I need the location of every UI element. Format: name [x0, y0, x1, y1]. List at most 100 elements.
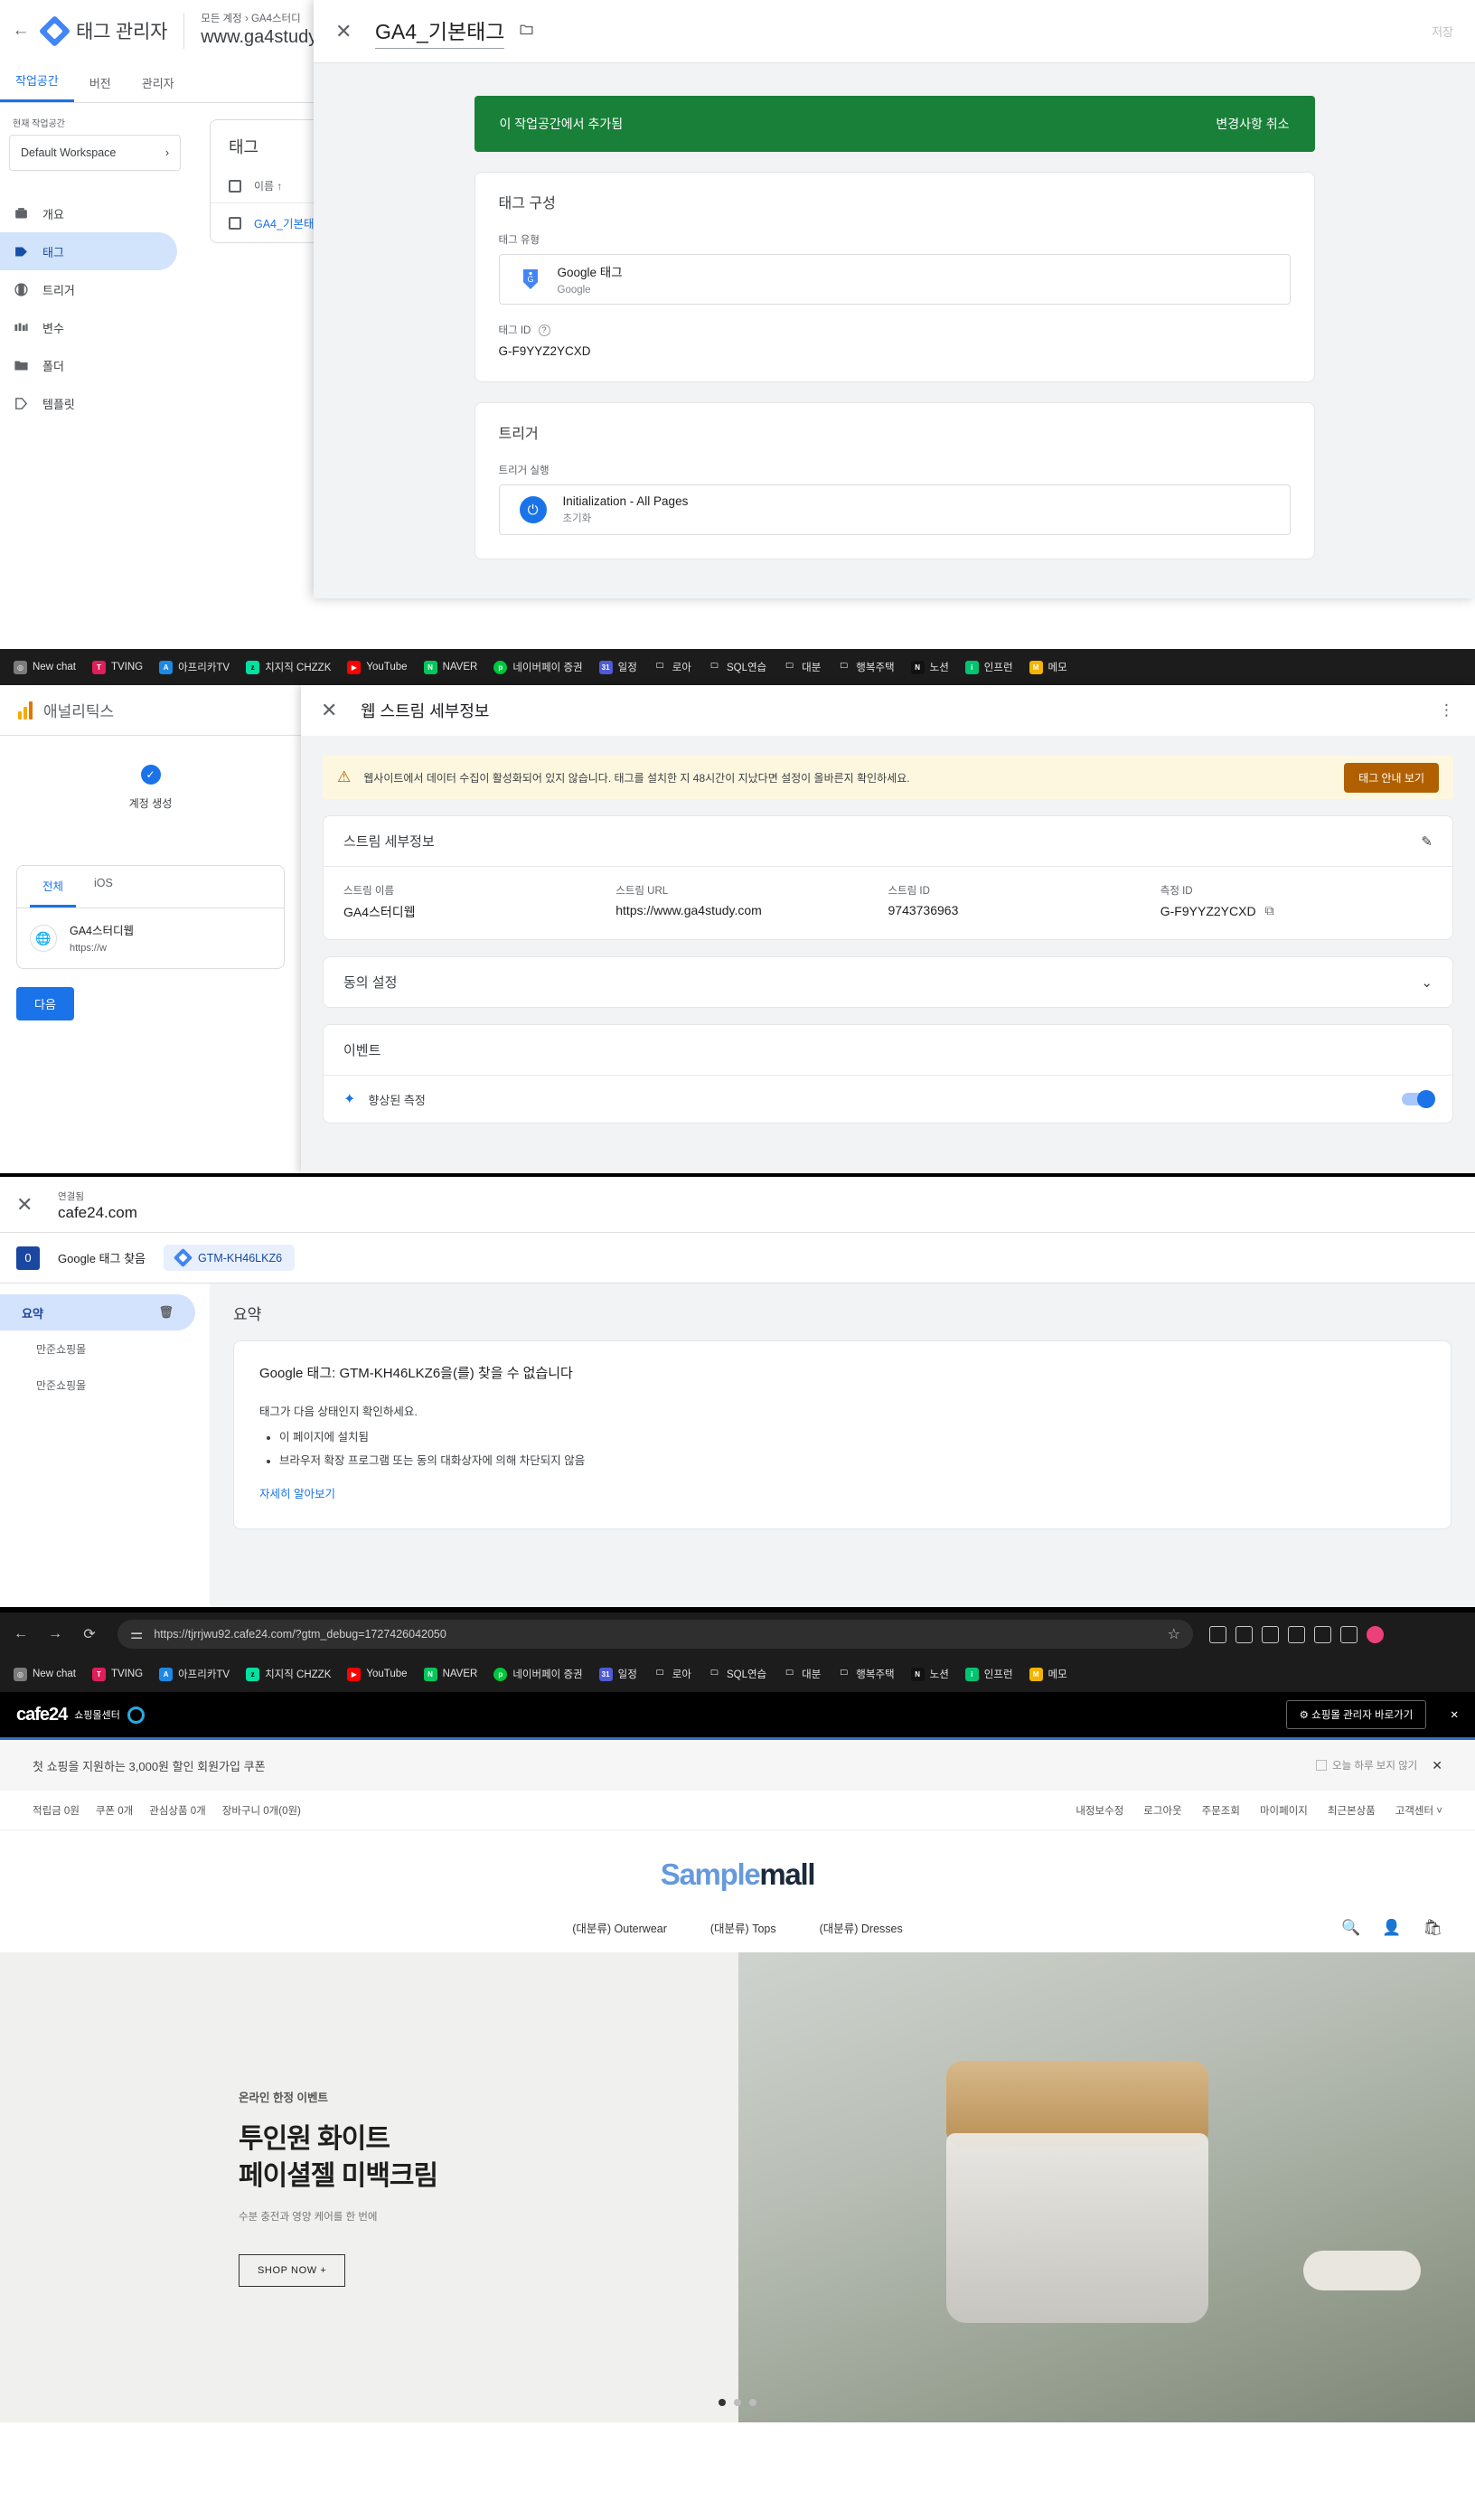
dismiss-today-checkbox[interactable]: 오늘 하루 보지 않기 [1316, 1758, 1417, 1772]
tag-name-input[interactable]: GA4_기본태그 [375, 14, 505, 49]
bookmark-item[interactable]: 🗀 대분 [775, 1663, 829, 1685]
bookmark-item[interactable]: ◎ New chat [5, 657, 84, 678]
cast-icon[interactable] [1262, 1625, 1279, 1643]
close-icon[interactable]: ✕ [1450, 1708, 1459, 1721]
bookmark-item[interactable]: 31 일정 [591, 656, 645, 678]
back-icon[interactable]: ← [5, 21, 36, 41]
ga4-logo[interactable]: 애널리틱스 [18, 699, 114, 721]
bookmark-item[interactable]: N NAVER [416, 657, 486, 678]
admin-shortcut-button[interactable]: ⚙ 쇼핑몰 관리자 바로가기 [1285, 1700, 1427, 1729]
bookmark-item[interactable]: z 치지직 CHZZK [238, 656, 339, 678]
container-chip[interactable]: GTM-KH46LKZ6 [163, 1245, 296, 1271]
bookmark-item[interactable]: p 네이버페이 증권 [485, 1663, 590, 1685]
avatar-icon[interactable] [1367, 1625, 1384, 1643]
row-checkbox[interactable] [229, 216, 241, 230]
learn-more-link[interactable]: 자세히 알아보기 [259, 1484, 1425, 1501]
tune-icon[interactable]: ⚌ [130, 1625, 143, 1643]
help-icon[interactable]: ? [538, 324, 550, 336]
address-bar[interactable]: ⚌ https://tjrrjwu92.cafe24.com/?gtm_debu… [117, 1620, 1193, 1649]
tab-workspace[interactable]: 작업공간 [0, 71, 74, 102]
bookmark-item[interactable]: i 인프런 [957, 1663, 1021, 1685]
gtm-logo[interactable]: 태그 관리자 [38, 14, 167, 47]
shop-now-button[interactable]: SHOP NOW + [239, 2254, 346, 2287]
coupons-label[interactable]: 쿠폰 0개 [96, 1803, 133, 1818]
share-icon[interactable] [1209, 1625, 1226, 1643]
puzzle-icon[interactable] [1314, 1625, 1331, 1643]
reload-icon[interactable]: ⟳ [78, 1625, 101, 1643]
nav-item-dresses[interactable]: (대분류) Dresses [820, 1919, 903, 1936]
bookmark-item[interactable]: 🗀 대분 [775, 656, 829, 678]
logout-link[interactable]: 로그아웃 [1143, 1803, 1181, 1818]
bookmark-item[interactable]: i 인프런 [957, 656, 1021, 678]
tab-admin[interactable]: 관리자 [127, 74, 190, 102]
cart-label[interactable]: 장바구니 0개(0원) [222, 1803, 301, 1818]
more-vert-icon[interactable]: ⋮ [1439, 701, 1455, 719]
close-icon[interactable]: ✕ [321, 699, 348, 722]
tab-versions[interactable]: 버전 [74, 74, 127, 102]
split-icon[interactable] [1235, 1625, 1253, 1643]
sidebar-item-variables[interactable]: 변수 [0, 308, 177, 346]
carousel-dot[interactable] [749, 2399, 756, 2406]
bookmark-item[interactable]: 🗀 행복주택 [829, 1663, 902, 1685]
stream-row[interactable]: 🌐 GA4스터디웹 https://w [17, 908, 284, 968]
sidebar-item-summary[interactable]: 요약 🗑 [0, 1294, 195, 1331]
close-icon[interactable]: ✕ [16, 1193, 43, 1217]
close-icon[interactable]: ✕ [1432, 1758, 1442, 1773]
shop-logo[interactable]: Samplemall [0, 1830, 1475, 1908]
nav-item-outerwear[interactable]: (대분류) Outerwear [572, 1919, 667, 1936]
sidebar-item-overview[interactable]: 개요 [0, 194, 177, 232]
copy-icon[interactable] [1288, 1625, 1305, 1643]
column-name[interactable]: 이름 ↑ [254, 178, 282, 193]
bookmark-item[interactable]: N 노션 [903, 656, 957, 678]
star-icon[interactable]: ☆ [1168, 1625, 1180, 1643]
bookmark-item[interactable]: 🗀 SQL연습 [700, 1663, 775, 1685]
enhanced-measurement-toggle[interactable] [1402, 1090, 1435, 1108]
bookmark-item[interactable]: z 치지직 CHZZK [238, 1663, 339, 1685]
tag-type-picker[interactable]: G Google 태그 Google [498, 254, 1291, 305]
list-item[interactable]: 만준쇼핑몰 [0, 1331, 195, 1367]
bookmark-item[interactable]: T TVING [84, 657, 151, 678]
bookmark-item[interactable]: 🗀 로아 [645, 1663, 700, 1685]
bookmark-item[interactable]: N 노션 [903, 1663, 957, 1685]
bookmark-item[interactable]: 31 일정 [591, 1663, 645, 1685]
sidebar-item-templates[interactable]: 템플릿 [0, 384, 177, 422]
bookmark-item[interactable]: 🗀 로아 [645, 656, 700, 678]
sidebar-item-tags[interactable]: 태그 [0, 232, 177, 270]
cafe24-logo[interactable]: cafe24 쇼핑몰센터 [16, 1705, 145, 1725]
enhanced-measurement-row[interactable]: ✦ 향상된 측정 [324, 1076, 1452, 1123]
pencil-icon[interactable]: ✎ [1421, 833, 1433, 850]
bookmark-item[interactable]: M 메모 [1021, 1663, 1076, 1685]
edit-profile-link[interactable]: 내정보수정 [1076, 1803, 1123, 1818]
menu-icon[interactable] [1340, 1625, 1358, 1643]
consent-settings-card[interactable]: 동의 설정 ⌄ [323, 956, 1453, 1008]
tag-guide-button[interactable]: 태그 안내 보기 [1344, 762, 1439, 793]
bookmark-item[interactable]: A 아프리카TV [151, 656, 238, 678]
bookmark-item[interactable]: 🗀 SQL연습 [700, 656, 775, 678]
tab-ios[interactable]: iOS [81, 866, 126, 907]
bookmark-item[interactable]: A 아프리카TV [151, 1663, 238, 1685]
sidebar-item-folders[interactable]: 폴더 [0, 346, 177, 384]
bookmark-item[interactable]: p 네이버페이 증권 [485, 656, 590, 678]
workspace-selector[interactable]: Default Workspace › [9, 135, 181, 171]
bookmark-item[interactable]: T TVING [84, 1664, 151, 1685]
nav-item-tops[interactable]: (대분류) Tops [710, 1919, 776, 1936]
user-icon[interactable]: 👤 [1382, 1919, 1401, 1937]
bookmark-item[interactable]: N NAVER [416, 1664, 486, 1685]
arrow-back-icon[interactable]: ← [9, 1626, 33, 1642]
close-icon[interactable]: ✕ [335, 20, 362, 43]
mypage-link[interactable]: 마이페이지 [1260, 1803, 1308, 1818]
bookmark-item[interactable]: 🗀 행복주택 [829, 656, 902, 678]
copy-icon[interactable]: ⧉ [1265, 903, 1274, 918]
order-lookup-link[interactable]: 주문조회 [1202, 1803, 1240, 1818]
bookmark-item[interactable]: ▶ YouTube [339, 1664, 415, 1685]
search-icon[interactable]: 🔍 [1341, 1919, 1360, 1937]
trash-icon[interactable]: 🗑 [158, 1305, 174, 1320]
carousel-dot[interactable] [719, 2399, 726, 2406]
bookmark-item[interactable]: ▶ YouTube [339, 657, 415, 678]
trigger-picker[interactable]: ⏻ Initialization - All Pages 초기화 [498, 484, 1291, 535]
sidebar-item-triggers[interactable]: 트리거 [0, 270, 177, 308]
customer-center-link[interactable]: 고객센터 ˅ [1395, 1803, 1442, 1818]
wishlist-label[interactable]: 관심상품 0개 [149, 1803, 206, 1818]
bookmark-item[interactable]: M 메모 [1021, 656, 1076, 678]
bookmark-item[interactable]: ◎ New chat [5, 1664, 84, 1685]
